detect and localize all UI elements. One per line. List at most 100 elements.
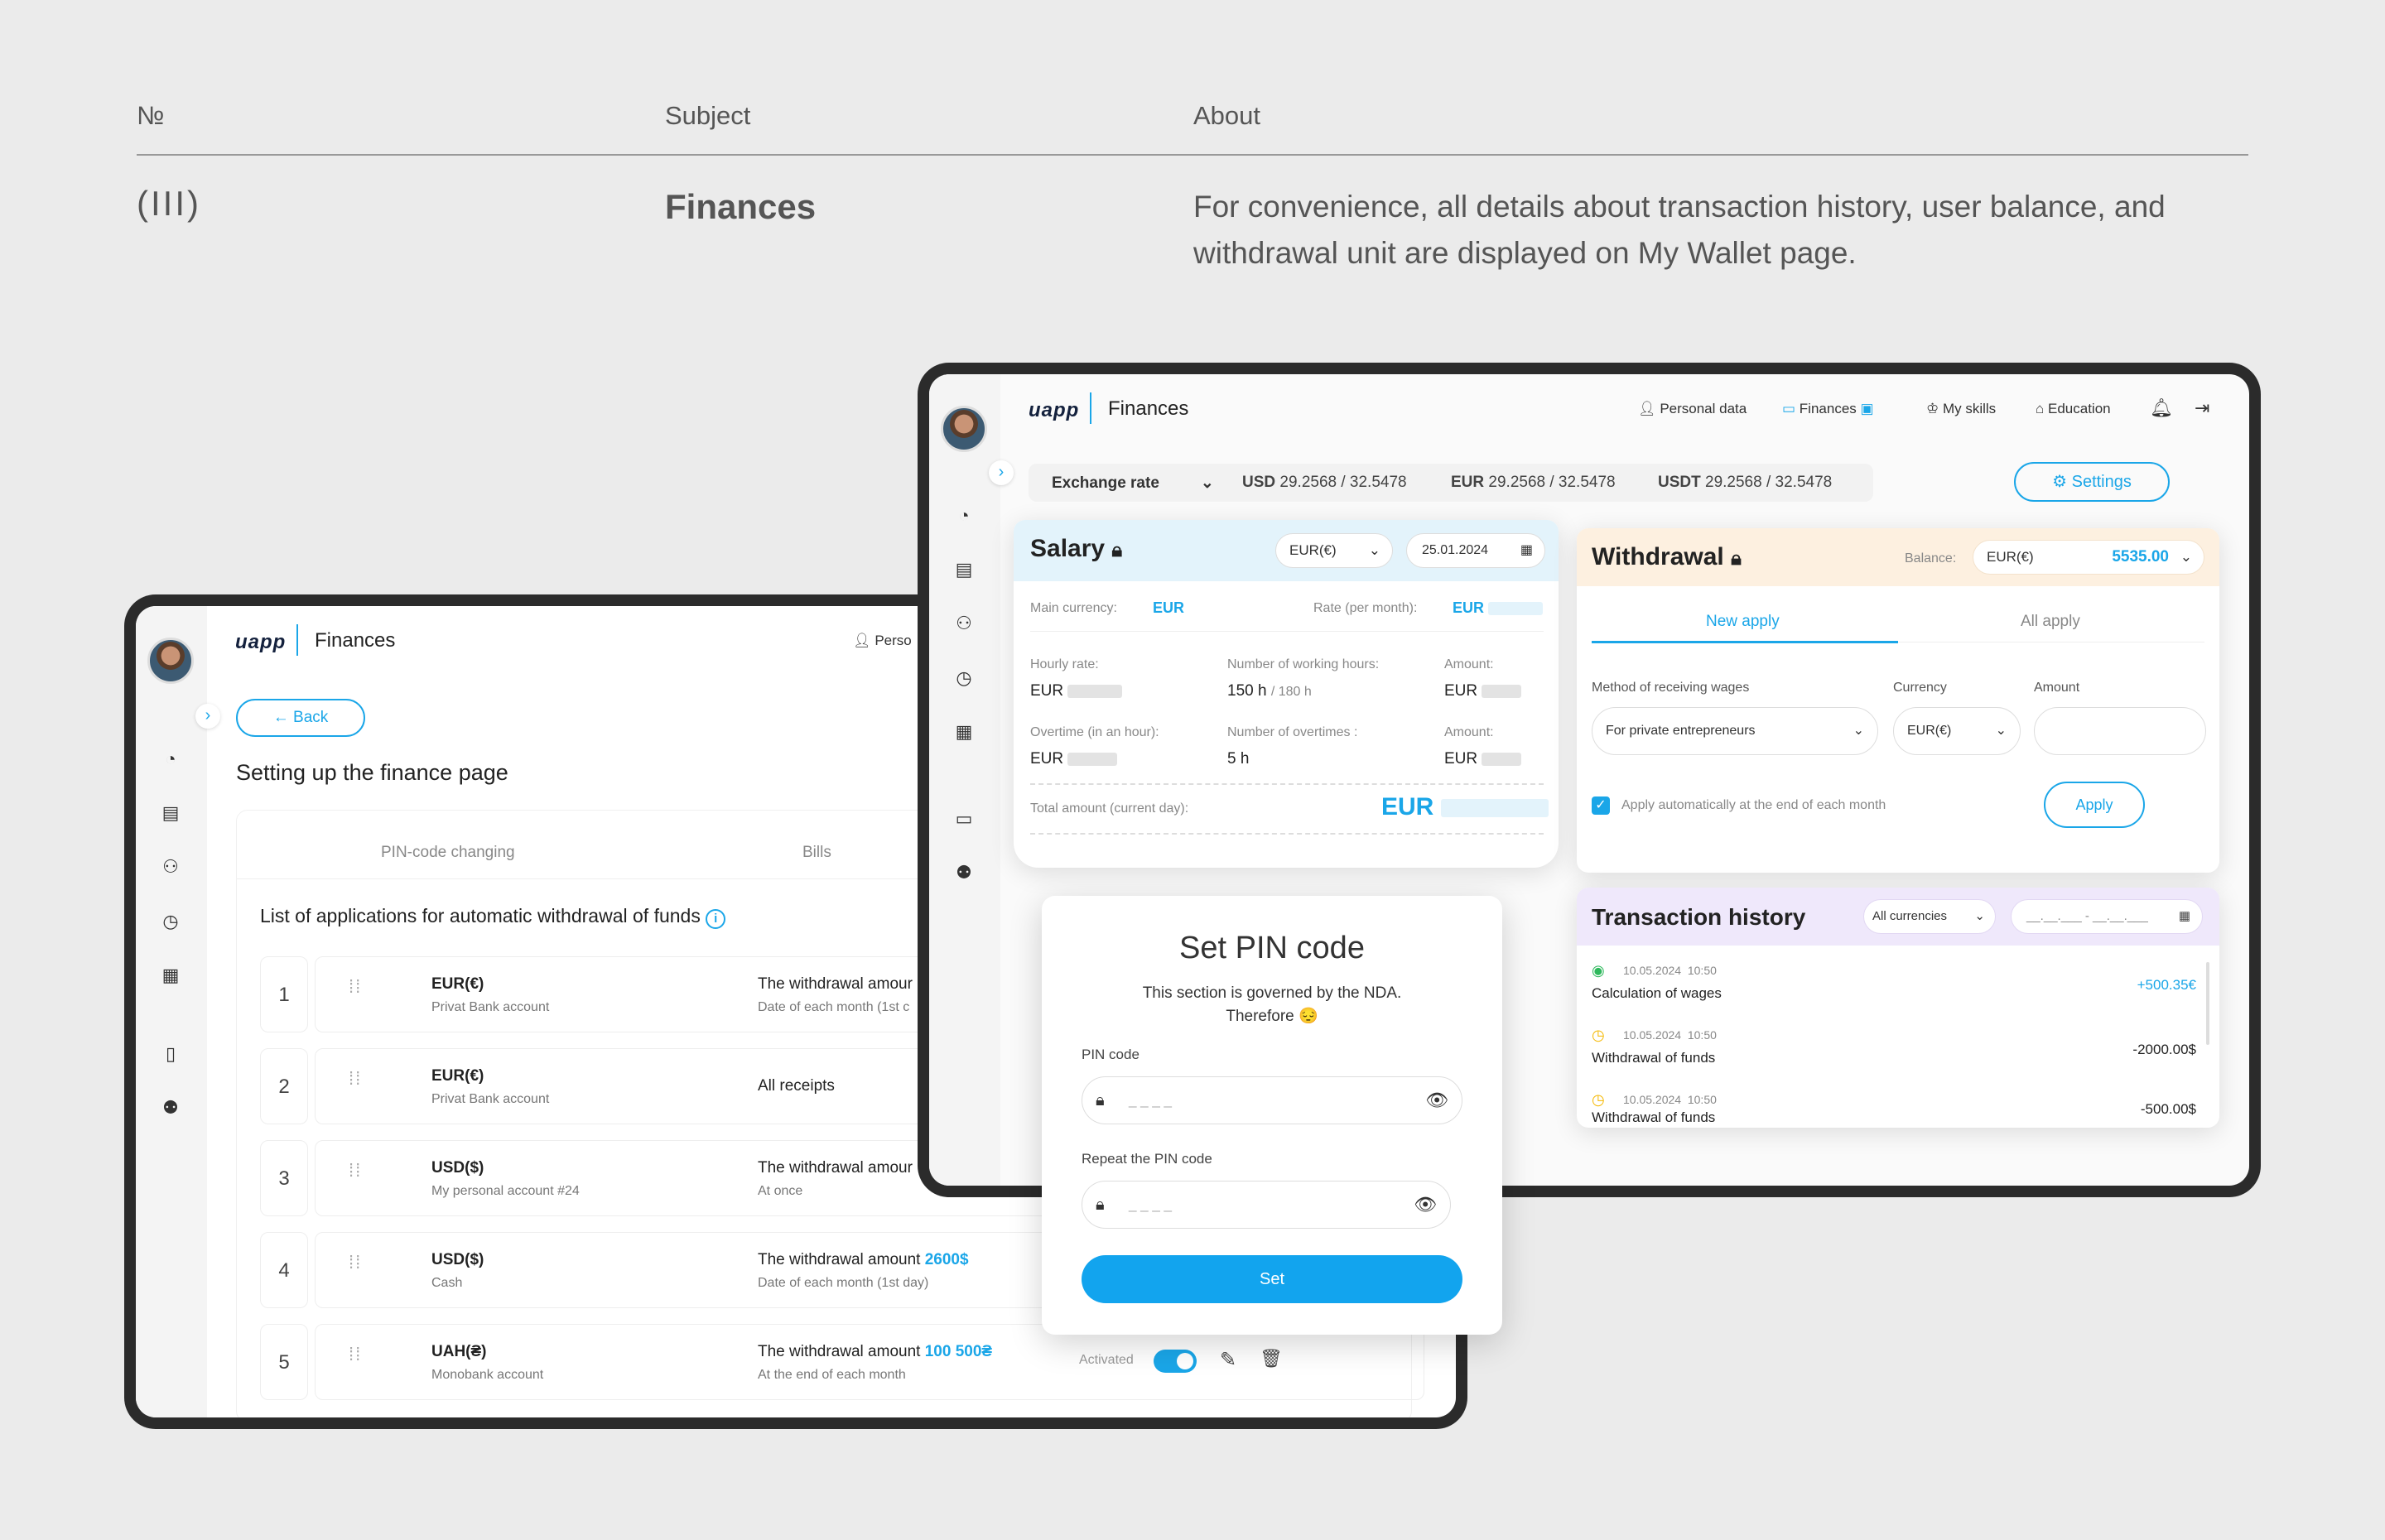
history-datetime: 10.05.2024 10:50 xyxy=(1623,1028,1717,1042)
drag-handle-icon[interactable]: ⁞⁞ xyxy=(349,978,362,996)
book-icon[interactable]: ▯ xyxy=(160,1043,181,1065)
hours-label: Number of working hours: xyxy=(1227,657,1380,671)
clock-icon[interactable]: ◷ xyxy=(160,911,181,932)
hourly-label: Hourly rate: xyxy=(1030,657,1099,671)
tab-pin-code[interactable]: PIN-code changing xyxy=(381,844,515,862)
drag-handle-icon[interactable]: ⁞⁞ xyxy=(349,1162,362,1180)
history-date-range[interactable]: __.__.___ - __.__.___ ▦ xyxy=(2011,899,2203,934)
history-label: Withdrawal of funds xyxy=(1592,1109,1716,1125)
gear-icon: ⚙ xyxy=(2052,473,2072,491)
history-item[interactable]: ◷ 10.05.2024 10:50 Withdrawal of funds -… xyxy=(1592,1027,2196,1076)
withdrawal-title: Withdrawal 🔒︎ xyxy=(1592,543,1742,570)
history-currency-filter[interactable]: All currencies ⌄ xyxy=(1863,899,1996,934)
salary-date-picker[interactable]: 25.01.2024 ▦ xyxy=(1406,533,1545,568)
briefcase-icon[interactable]: ▭ xyxy=(953,808,975,830)
history-item[interactable]: ◉ 10.05.2024 10:50 Calculation of wages … xyxy=(1592,962,2196,1012)
usd-rate: USD 29.2568 / 32.5478 xyxy=(1242,474,1407,491)
logout-icon[interactable]: ⇥ xyxy=(2195,397,2209,419)
row-amount: 100 500₴ xyxy=(924,1343,993,1360)
salary-divider xyxy=(1030,631,1544,632)
edit-icon[interactable]: ✎ xyxy=(1220,1348,1236,1372)
row-subject: Finances xyxy=(665,187,817,226)
apply-button[interactable]: Apply xyxy=(2044,782,2145,828)
amount-value: EUR xyxy=(1444,682,1522,700)
salary-title: Salary 🔒︎ xyxy=(1030,535,1123,562)
calendar-icon: ▦ xyxy=(2178,909,2190,923)
list-item[interactable]: 5 ⁞⁞ UAH(₴) Monobank account The withdra… xyxy=(260,1324,1424,1400)
tab-new-apply[interactable]: New apply xyxy=(1706,613,1780,631)
history-amount: -2000.00$ xyxy=(2132,1042,2196,1057)
pin-modal-title: Set PIN code xyxy=(1179,931,1365,965)
calendar-icon[interactable]: ▦ xyxy=(160,965,181,986)
users-icon[interactable]: ⚇ xyxy=(160,856,181,878)
dashboard-icon[interactable]: ◔ xyxy=(160,748,181,770)
team-icon[interactable]: ⚉ xyxy=(953,862,975,883)
avatar[interactable] xyxy=(941,406,987,452)
row-number: 4 xyxy=(260,1232,308,1308)
history-item[interactable]: ◷ 10.05.2024 10:50 Withdrawal of funds -… xyxy=(1592,1091,2196,1128)
nav-finances[interactable]: ▭ Finances ▣ xyxy=(1782,401,1874,417)
clock-icon[interactable]: ◷ xyxy=(953,667,975,689)
nav-personal-data[interactable]: 👤︎ Personal data xyxy=(1638,401,1747,417)
row-currency: EUR(€) xyxy=(431,975,484,993)
transaction-history-card: Transaction history All currencies ⌄ __._… xyxy=(1577,888,2219,1128)
pin-input[interactable]: 🔒︎ _ _ _ _ 👁︎ xyxy=(1082,1076,1462,1124)
drag-handle-icon[interactable]: ⁞⁞ xyxy=(349,1254,362,1272)
bell-icon[interactable]: 🔔︎ xyxy=(2150,397,2173,419)
chevron-down-icon: ⌄ xyxy=(1368,542,1380,558)
dashboard-icon[interactable]: ◔ xyxy=(953,505,975,527)
clipboard-icon[interactable]: ▤ xyxy=(160,802,181,824)
activation-toggle[interactable] xyxy=(1154,1350,1197,1373)
overtime-value: EUR xyxy=(1030,750,1118,768)
eye-icon[interactable]: 👁︎ xyxy=(1414,1181,1437,1228)
amount2-label: Amount: xyxy=(1444,725,1494,739)
row-account: Privat Bank account xyxy=(431,1000,550,1014)
nav-education[interactable]: ⌂ Education xyxy=(2036,401,2111,417)
row-number: (III) xyxy=(137,184,201,223)
repeat-pin-input[interactable]: 🔒︎ _ _ _ _ 👁︎ xyxy=(1082,1181,1451,1229)
currency-select[interactable]: EUR(€) ⌄ xyxy=(1893,707,2021,755)
tab-all-apply[interactable]: All apply xyxy=(2021,613,2080,631)
drag-handle-icon[interactable]: ⁞⁞ xyxy=(349,1345,362,1364)
eye-icon[interactable]: 👁︎ xyxy=(1425,1077,1448,1124)
expand-sidebar-icon[interactable]: › xyxy=(195,704,220,729)
auto-apply-checkbox[interactable]: ✓ xyxy=(1592,796,1610,815)
chevron-down-icon: ⌄ xyxy=(1974,909,1985,923)
avatar[interactable] xyxy=(147,638,194,684)
repeat-pin-label: Repeat the PIN code xyxy=(1082,1151,1212,1167)
tab-bills[interactable]: Bills xyxy=(802,844,831,862)
app-title: Finances xyxy=(1108,397,1189,420)
expand-sidebar-icon[interactable]: › xyxy=(989,460,1014,485)
balance-select[interactable]: EUR(€) 5535.00 ⌄ xyxy=(1973,540,2204,575)
salary-currency-select[interactable]: EUR(€) ⌄ xyxy=(1275,533,1393,568)
calendar-icon[interactable]: ▦ xyxy=(953,721,975,743)
row-rule: The withdrawal amount 2600$ xyxy=(758,1251,969,1268)
header-number: № xyxy=(137,101,165,130)
exchange-rate-select[interactable]: Exchange rate ⌄ xyxy=(1052,474,1214,493)
settings-button[interactable]: ⚙ Settings xyxy=(2014,462,2170,502)
clipboard-icon[interactable]: ▤ xyxy=(953,559,975,580)
set-pin-button[interactable]: Set xyxy=(1082,1255,1462,1303)
nav-personal-data[interactable]: 👤︎ Perso xyxy=(853,633,912,649)
pin-placeholder: _ _ _ _ xyxy=(1129,1092,1172,1108)
nav-my-skills[interactable]: ♔ My skills xyxy=(1926,401,1996,417)
chevron-down-icon: ⌄ xyxy=(1995,724,2007,738)
users-icon[interactable]: ⚇ xyxy=(953,613,975,634)
header-subject: Subject xyxy=(665,101,751,130)
drag-handle-icon[interactable]: ⁞⁞ xyxy=(349,1070,362,1088)
exchange-rate-bar: Exchange rate ⌄ USD 29.2568 / 32.5478 EUR… xyxy=(1029,464,1873,502)
amount-input[interactable] xyxy=(2034,707,2206,755)
graduation-icon: ⌂ xyxy=(2036,401,2048,416)
delete-icon[interactable]: 🗑︎ xyxy=(1260,1348,1283,1369)
row-rule: The withdrawal amount 100 500₴ xyxy=(758,1343,993,1360)
total-divider xyxy=(1030,783,1544,785)
info-icon[interactable]: i xyxy=(706,909,726,929)
row-currency: USD($) xyxy=(431,1251,484,1268)
history-amount: +500.35€ xyxy=(2137,977,2196,993)
history-scrollbar[interactable] xyxy=(2206,962,2209,1045)
lock-icon: 🔒︎ xyxy=(1096,1091,1105,1109)
back-button[interactable]: ← Back xyxy=(236,699,365,737)
team-icon[interactable]: ⚉ xyxy=(160,1097,181,1119)
method-select[interactable]: For private entrepreneurs ⌄ xyxy=(1592,707,1878,755)
usdt-rate: USDT 29.2568 / 32.5478 xyxy=(1658,474,1833,491)
